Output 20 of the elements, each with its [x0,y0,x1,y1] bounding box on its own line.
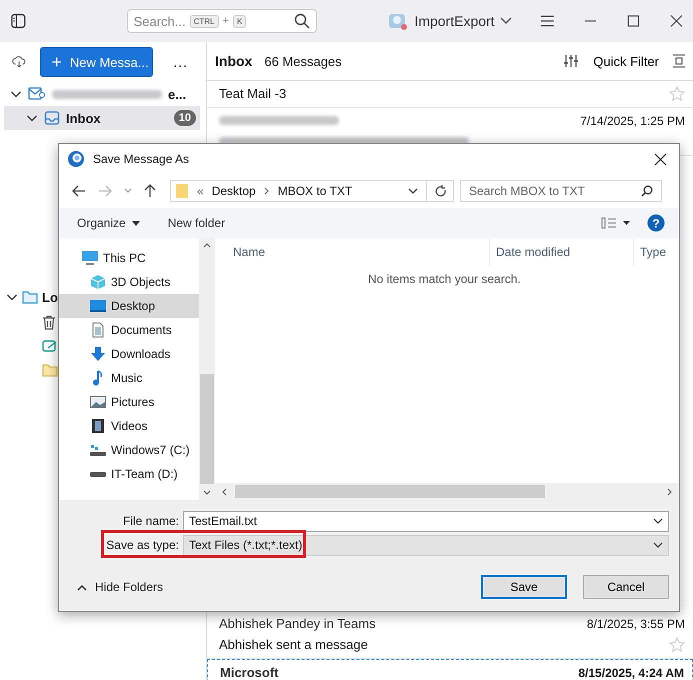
message-count: 66 Messages [264,54,342,68]
empty-message: No items match your search. [367,272,522,286]
message-subject: Teat Mail -3 [219,86,286,101]
message-sender: Abhishek Pandey in Teams [219,616,376,631]
message-date: 8/1/2025, 3:55 PM [586,616,685,630]
field-label: File name: [122,514,179,528]
account-name: e... [168,86,186,102]
message-sender: Microsoft [220,665,278,680]
message-date: 7/14/2025, 1:25 PM [580,114,685,128]
folder-label: Lo [42,290,58,304]
unread-count-badge: 10 [174,110,196,126]
keyboard-key: K [232,14,246,28]
dialog-title: Save Message As [93,152,190,166]
keyboard-key: CTRL [190,14,218,28]
message-date: 8/15/2025, 4:24 AM [578,666,684,680]
shortcut-plus: + [222,15,229,27]
field-label: Save as type: [105,538,179,552]
folder-title: Inbox [215,53,252,69]
folder-label: Inbox [66,110,102,126]
message-subject: Abhishek sent a message [219,637,368,652]
